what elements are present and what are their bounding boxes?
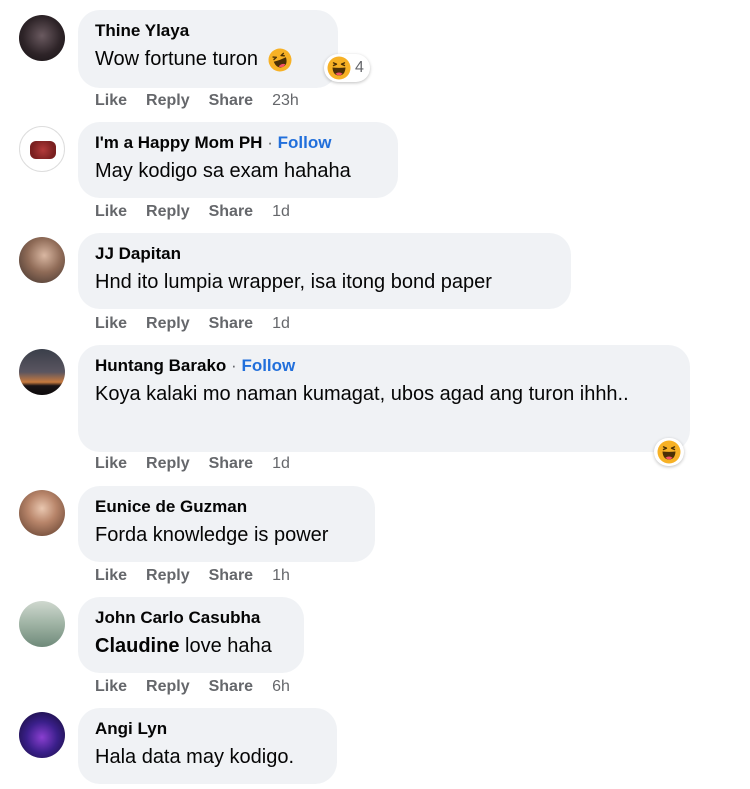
reply-button[interactable]: Reply xyxy=(146,203,190,220)
comment-author-line: Huntang Barako · Follow xyxy=(95,355,672,377)
share-button[interactable]: Share xyxy=(209,567,253,584)
comment-actions: Like Reply Share 23h xyxy=(95,92,318,110)
comment-actions: Like Reply Share 1d xyxy=(95,315,309,333)
comment-timestamp[interactable]: 6h xyxy=(272,678,290,695)
comment-author-line: I'm a Happy Mom PH · Follow xyxy=(95,132,380,154)
comment-text: Forda knowledge is power xyxy=(95,524,329,546)
like-button[interactable]: Like xyxy=(95,92,127,109)
like-button[interactable]: Like xyxy=(95,567,127,584)
comment-author[interactable]: Huntang Barako xyxy=(95,356,226,375)
comment-text: May kodigo sa exam hahaha xyxy=(95,160,351,182)
reply-button[interactable]: Reply xyxy=(146,567,190,584)
like-button[interactable]: Like xyxy=(95,315,127,332)
comment-text-body: love haha xyxy=(179,635,272,657)
comment-text: Hnd ito lumpia wrapper, isa itong bond p… xyxy=(95,271,492,293)
share-button[interactable]: Share xyxy=(209,455,253,472)
like-button[interactable]: Like xyxy=(95,455,127,472)
comment-timestamp[interactable]: 1d xyxy=(272,315,290,332)
share-button[interactable]: Share xyxy=(209,203,253,220)
like-button[interactable]: Like xyxy=(95,678,127,695)
like-button[interactable]: Like xyxy=(95,203,127,220)
comment-bubble: Thine Ylaya Wow fortune turon xyxy=(78,10,338,88)
comment-text: Koya kalaki mo naman kumagat, ubos agad … xyxy=(95,383,629,405)
comment-author[interactable]: Thine Ylaya xyxy=(95,20,320,42)
comment-text-body: Wow fortune turon xyxy=(95,48,259,70)
comment-text: Wow fortune turon xyxy=(95,45,320,74)
comment-author[interactable]: Angi Lyn xyxy=(95,718,319,740)
reply-button[interactable]: Reply xyxy=(146,315,190,332)
share-button[interactable]: Share xyxy=(209,315,253,332)
reaction-badge[interactable]: 4 xyxy=(324,54,370,82)
comment-bubble: Eunice de Guzman Forda knowledge is powe… xyxy=(78,486,375,562)
avatar[interactable] xyxy=(19,15,65,61)
comment-bubble: John Carlo Casubha Claudine love haha xyxy=(78,597,304,673)
comment-author[interactable]: John Carlo Casubha xyxy=(95,607,286,629)
comment-bubble: Angi Lyn Hala data may kodigo. xyxy=(78,708,337,784)
avatar[interactable] xyxy=(19,349,65,395)
comment-text: Hala data may kodigo. xyxy=(95,746,295,768)
comment-timestamp[interactable]: 1h xyxy=(272,567,290,584)
separator: · xyxy=(231,356,237,375)
comment-actions: Like Reply Share 1d xyxy=(95,455,309,473)
avatar[interactable] xyxy=(19,126,65,172)
comment-author[interactable]: I'm a Happy Mom PH xyxy=(95,133,262,152)
share-button[interactable]: Share xyxy=(209,92,253,109)
share-button[interactable]: Share xyxy=(209,678,253,695)
comment-actions: Like Reply Share 1d xyxy=(95,203,309,221)
reaction-count: 4 xyxy=(355,59,364,76)
comment-text: Claudine love haha xyxy=(95,632,286,661)
laughing-emoji-icon xyxy=(657,440,681,464)
comment-bubble: JJ Dapitan Hnd ito lumpia wrapper, isa i… xyxy=(78,233,571,309)
comment-timestamp[interactable]: 23h xyxy=(272,92,299,109)
reply-button[interactable]: Reply xyxy=(146,455,190,472)
separator: · xyxy=(267,133,273,152)
reaction-badge[interactable] xyxy=(654,438,684,466)
laughing-emoji-icon xyxy=(327,56,351,80)
rofl-emoji-icon xyxy=(264,44,295,75)
comment-timestamp[interactable]: 1d xyxy=(272,455,290,472)
comment-bubble: I'm a Happy Mom PH · Follow May kodigo s… xyxy=(78,122,398,198)
mention-link[interactable]: Claudine xyxy=(95,635,179,657)
comment-author[interactable]: Eunice de Guzman xyxy=(95,496,357,518)
comment-bubble: Huntang Barako · Follow Koya kalaki mo n… xyxy=(78,345,690,452)
comment-author[interactable]: JJ Dapitan xyxy=(95,243,553,265)
reply-button[interactable]: Reply xyxy=(146,678,190,695)
follow-button[interactable]: Follow xyxy=(278,133,332,152)
comment-timestamp[interactable]: 1d xyxy=(272,203,290,220)
comment-actions: Like Reply Share 6h xyxy=(95,678,309,696)
avatar[interactable] xyxy=(19,601,65,647)
reply-button[interactable]: Reply xyxy=(146,92,190,109)
avatar[interactable] xyxy=(19,712,65,758)
comment-actions: Like Reply Share 1h xyxy=(95,567,309,585)
avatar[interactable] xyxy=(19,237,65,283)
follow-button[interactable]: Follow xyxy=(241,356,295,375)
avatar[interactable] xyxy=(19,490,65,536)
